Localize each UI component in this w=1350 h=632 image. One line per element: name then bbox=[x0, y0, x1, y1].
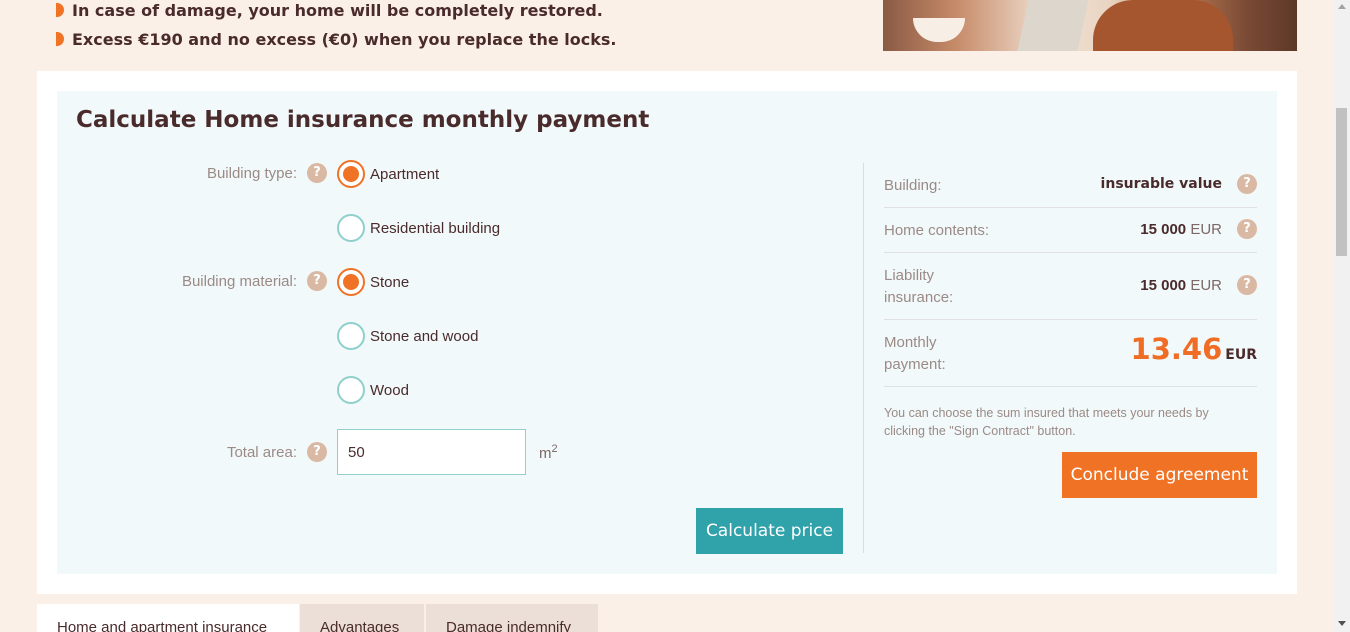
summary-value: 15 000 EUR bbox=[1140, 221, 1222, 238]
bullet-marker-icon bbox=[56, 32, 64, 46]
calculator-card: Calculate Home insurance monthly payment… bbox=[37, 71, 1297, 594]
calculator-title: Calculate Home insurance monthly payment bbox=[76, 107, 650, 133]
radio-stone-and-wood[interactable]: Stone and wood bbox=[337, 322, 478, 350]
radio-stone[interactable]: Stone bbox=[337, 268, 409, 296]
price-amount: 13.46 bbox=[1130, 332, 1223, 366]
scroll-down-arrow-icon[interactable] bbox=[1338, 621, 1346, 626]
bullet-text: In case of damage, your home will be com… bbox=[72, 1, 603, 20]
help-icon[interactable]: ? bbox=[1237, 219, 1257, 239]
scroll-thumb[interactable] bbox=[1336, 108, 1347, 256]
amount: 15 000 bbox=[1140, 277, 1187, 294]
bullet-text: Excess €190 and no excess (€0) when you … bbox=[72, 30, 617, 49]
photo-person bbox=[1093, 0, 1233, 51]
bullet-marker-icon bbox=[56, 3, 64, 17]
total-area-label: Total area: bbox=[226, 444, 297, 461]
summary-row-monthly: Monthly payment: 13.46 EUR bbox=[884, 320, 1257, 387]
radio-circle[interactable] bbox=[337, 322, 365, 350]
summary-row-home-contents: Home contents: 15 000 EUR ? bbox=[884, 208, 1257, 253]
help-icon[interactable]: ? bbox=[307, 163, 327, 183]
tab-damage-indemnify[interactable]: Damage indemnify bbox=[426, 604, 598, 632]
calculator-panel: Calculate Home insurance monthly payment… bbox=[57, 91, 1277, 574]
radio-circle[interactable] bbox=[337, 160, 365, 188]
building-type-label: Building type: bbox=[206, 165, 297, 182]
label-line: Liability bbox=[884, 267, 935, 284]
radio-residential-building[interactable]: Residential building bbox=[337, 214, 500, 242]
radio-label: Stone bbox=[370, 273, 410, 291]
radio-wood[interactable]: Wood bbox=[337, 376, 409, 404]
radio-label: Residential building bbox=[370, 219, 501, 237]
scroll-up-arrow-icon[interactable] bbox=[1338, 4, 1346, 9]
radio-circle[interactable] bbox=[337, 214, 365, 242]
radio-label: Apartment bbox=[370, 165, 440, 183]
help-icon[interactable]: ? bbox=[307, 442, 327, 462]
label-line: payment: bbox=[884, 356, 946, 373]
radio-apartment[interactable]: Apartment bbox=[337, 160, 439, 188]
summary-label: Building: bbox=[884, 177, 942, 194]
area-unit: m2 bbox=[539, 443, 558, 462]
total-area-input[interactable] bbox=[337, 429, 526, 475]
unit-superscript: 2 bbox=[551, 443, 558, 455]
monthly-price: 13.46 EUR bbox=[1131, 332, 1257, 366]
page-scrollbar[interactable] bbox=[1333, 0, 1350, 632]
hero-photo bbox=[883, 0, 1297, 51]
radio-circle[interactable] bbox=[337, 376, 365, 404]
currency: EUR bbox=[1190, 221, 1222, 238]
radio-circle[interactable] bbox=[337, 268, 365, 296]
tab-advantages[interactable]: Advantages bbox=[300, 604, 424, 632]
calculate-price-button[interactable]: Calculate price bbox=[696, 508, 843, 554]
conclude-agreement-button[interactable]: Conclude agreement bbox=[1062, 452, 1257, 498]
summary-label: Monthly payment: bbox=[884, 332, 946, 376]
photo-cup bbox=[913, 18, 965, 42]
summary-row-liability: Liability insurance: 15 000 EUR ? bbox=[884, 253, 1257, 320]
amount: 15 000 bbox=[1140, 221, 1187, 238]
vertical-divider bbox=[863, 163, 864, 553]
help-icon[interactable]: ? bbox=[1237, 275, 1257, 295]
help-icon[interactable]: ? bbox=[1237, 174, 1257, 194]
summary-label: Home contents: bbox=[884, 222, 990, 239]
photo-book bbox=[1017, 0, 1089, 51]
label-line: Monthly bbox=[884, 334, 937, 351]
help-icon[interactable]: ? bbox=[307, 271, 327, 291]
bullet-item: In case of damage, your home will be com… bbox=[56, 1, 603, 20]
building-material-label: Building material: bbox=[181, 273, 297, 290]
summary-value: 15 000 EUR bbox=[1140, 277, 1222, 294]
bullet-item: Excess €190 and no excess (€0) when you … bbox=[56, 30, 616, 49]
summary-value: insurable value bbox=[1100, 176, 1222, 192]
tab-home-and-apartment-insurance[interactable]: Home and apartment insurance bbox=[37, 604, 299, 632]
currency: EUR bbox=[1190, 277, 1222, 294]
summary-label: Liability insurance: bbox=[884, 265, 953, 309]
unit-text: m bbox=[539, 445, 552, 462]
label-line: insurance: bbox=[884, 289, 954, 306]
summary-row-building: Building: insurable value ? bbox=[884, 163, 1257, 208]
radio-label: Stone and wood bbox=[370, 327, 479, 345]
price-currency: EUR bbox=[1225, 347, 1257, 363]
sum-insured-note: You can choose the sum insured that meet… bbox=[884, 406, 1209, 438]
radio-label: Wood bbox=[370, 381, 409, 399]
